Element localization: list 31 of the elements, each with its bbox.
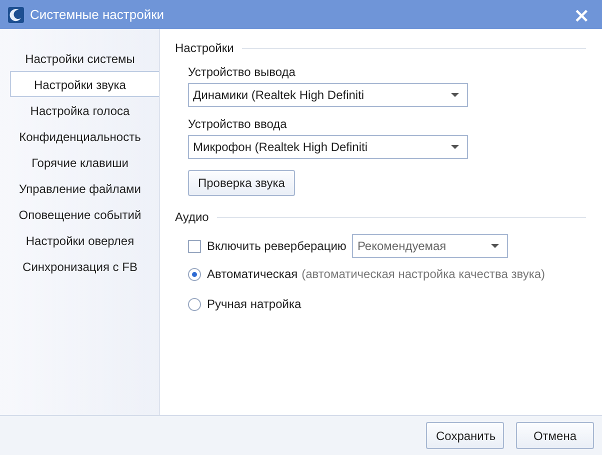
sidebar-item[interactable]: Настройки системы — [10, 45, 159, 71]
cancel-button[interactable]: Отмена — [516, 422, 594, 449]
sidebar-item[interactable]: Горячие клавиши — [10, 149, 159, 175]
radio-label[interactable]: Ручная натройка — [207, 297, 302, 311]
sidebar-item[interactable]: Синхронизация с FB — [10, 253, 159, 279]
sidebar-item[interactable]: Настройки звука — [10, 71, 159, 97]
reverb-dropdown[interactable]: Рекомендуемая — [352, 234, 508, 258]
sidebar-item[interactable]: Оповещение событий — [10, 201, 159, 227]
section-heading: Аудио — [175, 210, 209, 224]
window-title: Системные настройки — [30, 7, 166, 22]
radio-hint: (автоматическая настройка качества звука) — [302, 267, 546, 281]
caret-icon — [451, 93, 459, 97]
field-label: Устройство ввода — [188, 117, 288, 131]
radio-button[interactable] — [188, 298, 201, 310]
field-label: Устройство вывода — [188, 65, 296, 79]
sidebar-item[interactable]: Настройка голоса — [10, 97, 159, 123]
caret-icon — [451, 145, 459, 149]
checkbox[interactable] — [188, 240, 201, 252]
sidebar-item[interactable]: Управление файлами — [10, 175, 159, 201]
save-button[interactable]: Сохранить — [426, 422, 504, 449]
input-device-dropdown[interactable]: Микрофон (Realtek High Definiti — [188, 135, 468, 159]
radio-label[interactable]: Автоматическая — [207, 267, 298, 281]
sidebar-item[interactable]: Конфиденциальность — [10, 123, 159, 149]
section-heading: Настройки — [175, 41, 234, 55]
app-logo-icon — [8, 6, 24, 22]
radio-button[interactable] — [188, 268, 201, 280]
sound-test-button[interactable]: Проверка звука — [188, 170, 295, 196]
checkbox-label[interactable]: Включить реверберацию — [207, 239, 346, 253]
output-device-dropdown[interactable]: Динамики (Realtek High Definiti — [188, 83, 468, 107]
caret-icon — [491, 244, 500, 248]
sidebar-item[interactable]: Настройки оверлея — [10, 227, 159, 253]
